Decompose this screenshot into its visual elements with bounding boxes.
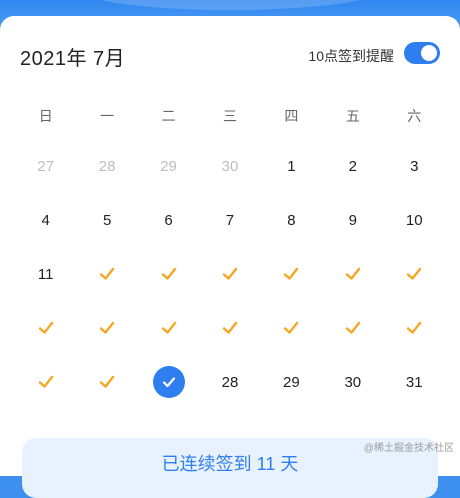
toggle-knob — [421, 45, 437, 61]
checkmark-icon — [345, 321, 361, 334]
calendar-day-number: 2 — [348, 157, 357, 175]
calendar-day[interactable]: 2 — [322, 146, 383, 186]
calendar-day[interactable]: 8 — [261, 200, 322, 240]
calendar-day-number: 29 — [283, 373, 300, 391]
calendar-day[interactable] — [384, 254, 445, 294]
calendar-day-number: 27 — [37, 157, 55, 175]
calendar-day-number: 1 — [287, 157, 296, 175]
calendar-day[interactable] — [138, 362, 199, 402]
month-title: 2021年 7月 — [20, 48, 126, 70]
calendar-day-number: 8 — [287, 211, 296, 229]
calendar-day[interactable]: 28 — [199, 362, 260, 402]
calendar-day-number: 7 — [225, 211, 235, 229]
calendar-day[interactable]: 31 — [384, 362, 445, 402]
weekday-header: 日 一 二 三 四 五 六 — [15, 104, 445, 128]
calendar-day[interactable]: 9 — [322, 200, 383, 240]
calendar-week-row: 28 29 30 31 — [15, 362, 445, 402]
calendar-day[interactable] — [76, 254, 137, 294]
checkmark-icon — [99, 321, 115, 334]
calendar-day[interactable] — [138, 254, 199, 294]
weekday-sat: 六 — [407, 108, 422, 124]
calendar-week-row: 11 — [15, 254, 445, 294]
reminder-toggle[interactable] — [404, 42, 440, 64]
calendar-week-row: 27 28 29 30 1 2 3 — [15, 146, 445, 186]
checkmark-icon — [222, 267, 238, 280]
today-check-icon — [152, 366, 185, 398]
calendar-day[interactable]: 6 — [138, 200, 199, 240]
calendar-day[interactable] — [322, 308, 383, 348]
checkmark-icon — [38, 375, 53, 388]
weekday-thu: 四 — [284, 108, 299, 124]
header-glow — [80, 0, 380, 10]
weekday-mon: 一 — [100, 108, 115, 124]
calendar-day-number: 30 — [221, 157, 239, 175]
signin-calendar-card: 2021年 7月 10点签到提醒 日 一 二 三 四 五 六 27 28 29 30 1… — [0, 16, 460, 498]
calendar-day-number: 9 — [348, 211, 357, 229]
calendar-day[interactable]: 10 — [384, 200, 445, 240]
calendar-day-number: 3 — [410, 157, 419, 175]
calendar-day-number: 5 — [102, 211, 112, 229]
calendar-day[interactable] — [261, 308, 322, 348]
checkmark-icon — [161, 321, 176, 334]
calendar-day[interactable]: 3 — [384, 146, 445, 186]
checkmark-icon — [161, 267, 176, 280]
calendar-day-number: 30 — [344, 373, 362, 391]
checkmark-icon — [345, 267, 361, 280]
calendar-day[interactable]: 1 — [261, 146, 322, 186]
calendar-week-row — [15, 308, 445, 348]
checkmark-icon — [99, 267, 115, 280]
calendar-day[interactable]: 27 — [15, 146, 76, 186]
calendar-day[interactable]: 5 — [76, 200, 137, 240]
calendar-day[interactable] — [199, 254, 260, 294]
calendar-day[interactable] — [76, 362, 137, 402]
checkmark-icon — [222, 321, 238, 334]
calendar-day[interactable] — [15, 362, 76, 402]
calendar-day-number: 4 — [41, 211, 50, 229]
calendar-day-number: 11 — [37, 265, 54, 283]
calendar-day-number: 28 — [221, 373, 239, 391]
calendar-day[interactable] — [15, 308, 76, 348]
checkmark-icon — [407, 321, 422, 334]
calendar-day-number: 29 — [160, 157, 177, 175]
calendar-day[interactable] — [76, 308, 137, 348]
calendar-day-number: 10 — [405, 211, 423, 229]
checkmark-icon — [284, 267, 299, 280]
weekday-fri: 五 — [345, 108, 360, 124]
calendar-day[interactable]: 29 — [261, 362, 322, 402]
calendar-week-row: 4 5 6 7 8 9 10 — [15, 200, 445, 240]
weekday-tue: 二 — [161, 108, 176, 124]
calendar-day[interactable]: 30 — [322, 362, 383, 402]
calendar-day[interactable]: 4 — [15, 200, 76, 240]
calendar-day[interactable] — [261, 254, 322, 294]
checkmark-icon — [407, 267, 422, 280]
checkmark-icon — [38, 321, 53, 334]
calendar-day[interactable] — [138, 308, 199, 348]
calendar-day-number: 28 — [98, 157, 116, 175]
watermark: @稀土掘金技术社区 — [363, 443, 454, 454]
calendar-day[interactable] — [384, 308, 445, 348]
checkmark-icon — [99, 375, 115, 388]
weekday-sun: 日 — [38, 108, 53, 124]
checkmark-icon — [284, 321, 299, 334]
calendar-day[interactable] — [322, 254, 383, 294]
calendar-day-number: 6 — [164, 211, 173, 229]
weekday-wed: 三 — [222, 108, 237, 124]
calendar-day[interactable]: 28 — [76, 146, 137, 186]
calendar-day-number: 31 — [405, 373, 423, 391]
calendar-day[interactable]: 7 — [199, 200, 260, 240]
calendar-day[interactable]: 30 — [199, 146, 260, 186]
reminder-label: 10点签到提醒 — [308, 48, 394, 64]
calendar-day[interactable] — [199, 308, 260, 348]
calendar-day[interactable]: 11 — [15, 254, 76, 294]
calendar-day[interactable]: 29 — [138, 146, 199, 186]
